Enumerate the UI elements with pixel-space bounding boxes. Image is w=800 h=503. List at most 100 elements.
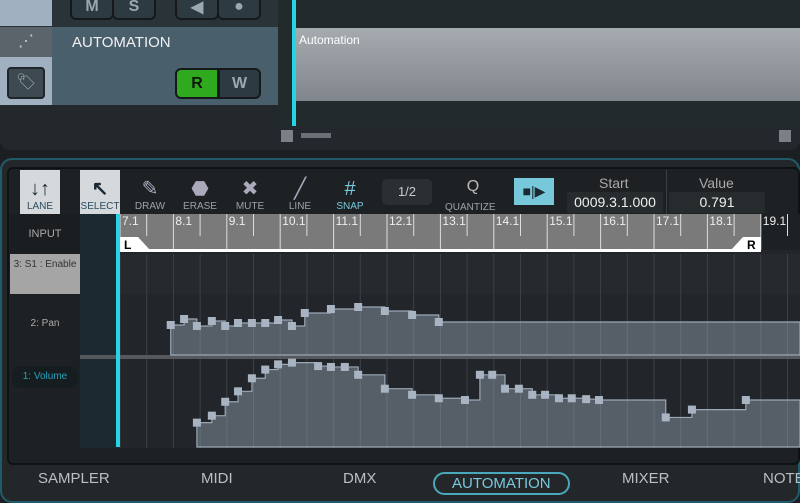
pan-point <box>192 322 201 330</box>
quantize-icon[interactable]: Q <box>458 178 488 196</box>
ruler-tick: 15.1 <box>549 214 573 228</box>
grid-icon: # <box>344 178 356 200</box>
pan-point <box>434 318 443 326</box>
tool-line[interactable]: ╱ LINE <box>280 170 320 214</box>
pan-point <box>408 311 417 319</box>
volume-point <box>528 390 537 399</box>
record-button[interactable]: ● <box>217 0 261 20</box>
volume-point <box>380 384 389 393</box>
automation-node-icon: ⋰ <box>0 27 52 57</box>
tool-draw[interactable]: ✎ DRAW <box>130 170 170 214</box>
tab-midi[interactable]: MIDI <box>201 470 233 487</box>
pan-point <box>234 319 243 327</box>
start-field[interactable]: 0009.3.1.000 <box>567 192 663 213</box>
pan-point <box>221 322 230 330</box>
lane-3 <box>120 254 800 294</box>
volume-point <box>340 362 349 371</box>
volume-point <box>247 374 256 383</box>
tab-mixer[interactable]: MIXER <box>622 470 670 487</box>
ruler-tick: 13.1 <box>442 214 466 228</box>
tool-lane[interactable]: ↓↑ LANE <box>20 170 60 214</box>
pan-point <box>247 319 256 327</box>
tool-mute[interactable]: ✖ MUTE <box>230 170 270 214</box>
tool-label: MUTE <box>235 201 265 212</box>
volume-point <box>594 396 603 405</box>
tool-label: DRAW <box>134 201 166 212</box>
volume-point <box>582 395 591 404</box>
lane-3-label[interactable]: 3: S1 : Enable <box>10 254 80 294</box>
volume-point <box>207 411 216 420</box>
mute-button[interactable]: M <box>70 0 114 20</box>
tool-label: LINE <box>288 201 312 212</box>
pan-point <box>261 319 270 327</box>
eraser-icon: ⬣ <box>191 178 209 200</box>
value-field[interactable]: 0.791 <box>669 192 765 213</box>
volume-point <box>287 358 296 367</box>
ruler-tick: 14.1 <box>495 214 520 228</box>
pan-point <box>180 315 189 323</box>
pencil-icon: ✎ <box>141 178 159 200</box>
write-button[interactable]: W <box>218 68 261 99</box>
ruler-tick: 12.1 <box>389 214 413 228</box>
playhead-top[interactable] <box>292 0 296 126</box>
volume-point <box>274 360 283 369</box>
scroll-handle-right[interactable] <box>779 130 791 142</box>
volume-point <box>541 390 550 399</box>
track-color-strip <box>0 0 52 26</box>
solo-button[interactable]: S <box>112 0 156 20</box>
volume-point <box>408 390 417 399</box>
automation-clip[interactable]: Automation <box>295 28 800 101</box>
pan-point <box>380 307 389 315</box>
volume-point <box>261 365 270 374</box>
tab-note[interactable]: NOTE <box>763 470 800 487</box>
volume-point <box>514 384 523 393</box>
tab-sampler[interactable]: SAMPLER <box>38 470 110 487</box>
scroll-handle[interactable] <box>281 130 293 142</box>
volume-point <box>741 396 750 405</box>
lane-arrows-icon: ↓↑ <box>30 178 50 200</box>
tool-erase[interactable]: ⬣ ERASE <box>180 170 220 214</box>
split-icon: ■|▶ <box>522 183 546 199</box>
loop-bar <box>120 249 761 252</box>
pan-point <box>287 322 296 330</box>
ruler-tick: 8.1 <box>175 214 193 228</box>
ruler-tick: 17.1 <box>656 214 680 228</box>
tag-icon[interactable]: 🏷 <box>7 67 45 99</box>
split-tool-button[interactable]: ■|▶ <box>514 178 554 205</box>
quantize-label[interactable]: QUANTIZE <box>445 202 496 213</box>
tool-select[interactable]: ↖ SELECT <box>80 170 120 214</box>
line-icon: ╱ <box>293 178 307 200</box>
read-button[interactable]: R <box>175 68 219 99</box>
tool-label: SNAP <box>336 201 364 212</box>
volume-point <box>554 394 563 403</box>
volume-point <box>567 394 576 403</box>
volume-point <box>314 362 323 371</box>
lane-2-label[interactable]: 2: Pan <box>10 294 80 354</box>
volume-point <box>687 405 696 414</box>
tool-snap[interactable]: # SNAP <box>330 170 370 214</box>
pan-point <box>354 303 363 311</box>
playhead[interactable] <box>116 214 120 447</box>
pan-point <box>274 316 283 324</box>
tab-dmx[interactable]: DMX <box>343 470 376 487</box>
speaker-button[interactable]: ◀ <box>175 0 219 20</box>
input-label: INPUT <box>10 214 80 254</box>
record-icon: ● <box>234 0 244 15</box>
tool-label: ERASE <box>183 201 217 212</box>
pan-point <box>207 317 216 325</box>
volume-point <box>234 387 243 396</box>
clip-label: Automation <box>299 33 360 47</box>
horizontal-scrollbar[interactable] <box>301 133 331 138</box>
value-label: Value <box>699 175 734 191</box>
volume-point <box>354 370 363 379</box>
tab-automation[interactable]: AUTOMATION <box>433 472 570 495</box>
speaker-icon: ◀ <box>190 0 204 16</box>
volume-point <box>434 394 443 403</box>
snap-value-field[interactable]: 1/2 <box>382 179 432 205</box>
lane-1-label[interactable]: 1: Volume <box>12 366 78 388</box>
ruler-tick: 16.1 <box>602 214 626 228</box>
cursor-icon: ↖ <box>91 178 109 200</box>
automation-editor[interactable]: LR <box>80 214 800 448</box>
volume-point <box>661 413 670 422</box>
loop-right-label: R <box>747 238 756 252</box>
